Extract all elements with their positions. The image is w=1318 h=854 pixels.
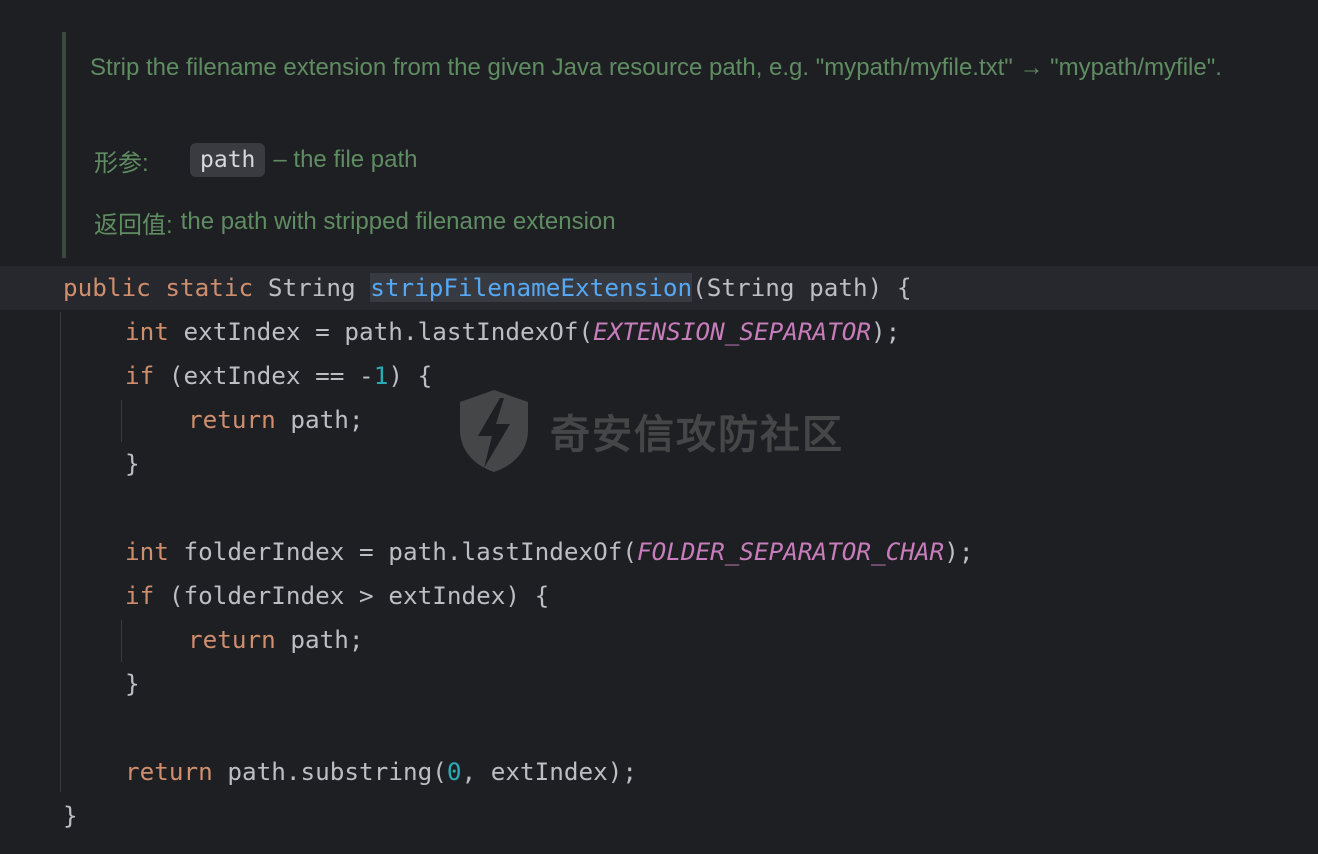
method-name[interactable]: stripFilenameExtension — [370, 273, 693, 302]
keyword-static: static — [165, 273, 254, 302]
code-text: (folderIndex > extIndex) { — [154, 581, 550, 610]
doc-description: Strip the filename extension from the gi… — [90, 54, 1222, 81]
keyword-public: public — [63, 273, 151, 302]
closing-brace: } — [125, 669, 140, 698]
keyword-return: return — [188, 625, 276, 654]
code-text: folderIndex = path.lastIndexOf( — [168, 537, 637, 566]
code-line-7[interactable]: int folderIndex = path.lastIndexOf(FOLDE… — [125, 530, 973, 574]
keyword-return: return — [188, 405, 276, 434]
code-text: ); — [944, 537, 974, 566]
constant-extension-separator: EXTENSION_SEPARATOR — [593, 317, 872, 346]
keyword-return: return — [125, 757, 213, 786]
code-text: (extIndex == - — [154, 361, 374, 390]
lightning-shield-icon — [460, 390, 528, 472]
doc-params-row: 形参: path – the file path — [94, 142, 418, 178]
code-line-10[interactable]: } — [125, 662, 140, 706]
code-text: path; — [275, 625, 364, 654]
method-signature-rest: (String path) { — [692, 273, 912, 302]
code-line-4[interactable]: return path; — [188, 398, 364, 442]
code-line-9[interactable]: return path; — [188, 618, 364, 662]
param-name-chip: path — [190, 143, 266, 177]
keyword-if: if — [125, 361, 155, 390]
doc-params-label: 形参: — [94, 149, 149, 177]
code-text: path.substring( — [212, 757, 447, 786]
indent-guide-if-1 — [121, 400, 122, 442]
code-text: ); — [871, 317, 901, 346]
number-literal: 1 — [373, 361, 389, 390]
indent-guide-if-2 — [121, 620, 122, 662]
code-text: ) { — [388, 361, 433, 390]
code-line-8[interactable]: if (folderIndex > extIndex) { — [125, 574, 549, 618]
code-line-2[interactable]: int extIndex = path.lastIndexOf(EXTENSIO… — [125, 310, 900, 354]
watermark: 奇安信攻防社区 — [456, 386, 844, 476]
watermark-text: 奇安信攻防社区 — [550, 412, 844, 458]
keyword-int: int — [125, 317, 169, 346]
indent-guide-method — [60, 312, 61, 792]
code-line-3[interactable]: if (extIndex == -1) { — [125, 354, 432, 398]
code-text: path; — [275, 405, 364, 434]
doc-returns-description: the path with stripped filename extensio… — [180, 208, 616, 235]
code-text: , extIndex); — [461, 757, 638, 786]
code-line-12[interactable]: return path.substring(0, extIndex); — [125, 750, 637, 794]
javadoc-block: Strip the filename extension from the gi… — [62, 32, 1316, 258]
code-line-1[interactable]: public static String stripFilenameExtens… — [63, 266, 912, 310]
code-text: extIndex = path.lastIndexOf( — [168, 317, 594, 346]
code-line-5[interactable]: } — [125, 442, 140, 486]
param-description: – the file path — [273, 146, 418, 173]
doc-returns-label: 返回值: — [94, 211, 173, 239]
code-line-13[interactable]: } — [63, 794, 78, 838]
doc-returns-row: 返回值: the path with stripped filename ext… — [94, 204, 616, 240]
number-literal: 0 — [446, 757, 462, 786]
closing-brace: } — [63, 801, 78, 830]
closing-brace: } — [125, 449, 140, 478]
return-type: String — [267, 273, 356, 302]
keyword-if: if — [125, 581, 155, 610]
constant-folder-separator-char: FOLDER_SEPARATOR_CHAR — [637, 537, 945, 566]
keyword-int: int — [125, 537, 169, 566]
